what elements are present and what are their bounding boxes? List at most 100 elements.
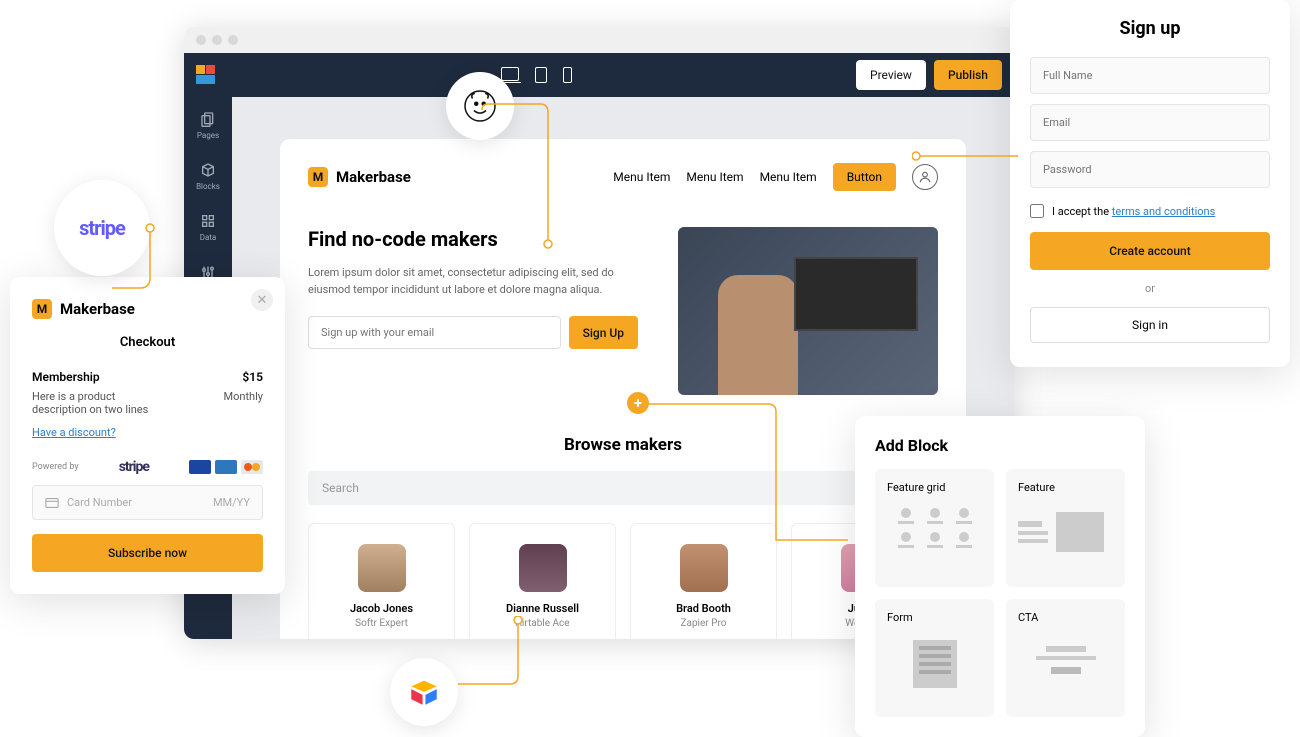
- signup-title: Sign up: [1030, 18, 1270, 39]
- powered-label: Powered by: [32, 462, 79, 472]
- nav-button[interactable]: Button: [833, 163, 896, 191]
- or-divider: or: [1030, 282, 1270, 295]
- terms-checkbox[interactable]: [1030, 204, 1044, 218]
- site-nav: Menu Item Menu Item Menu Item Button: [613, 163, 938, 191]
- data-icon: [200, 213, 216, 229]
- amex-icon: [215, 460, 237, 474]
- terms-text: I accept the: [1052, 205, 1112, 218]
- discount-link[interactable]: Have a discount?: [32, 426, 263, 439]
- stripe-integration-icon: stripe: [54, 180, 150, 276]
- sidebar-item-data[interactable]: Data: [200, 213, 217, 242]
- checkout-item-row: Membership$15: [32, 370, 263, 384]
- signin-button[interactable]: Sign in: [1030, 307, 1270, 343]
- fullname-input[interactable]: [1030, 57, 1270, 94]
- block-tile-label: Feature grid: [887, 481, 982, 494]
- editor-topbar: Preview Publish: [184, 53, 1014, 97]
- device-preview-switch[interactable]: [501, 67, 572, 83]
- sidebar-label: Pages: [197, 131, 219, 140]
- site-header: M Makerbase Menu Item Menu Item Menu Ite…: [308, 163, 938, 191]
- nav-item[interactable]: Menu Item: [760, 170, 817, 184]
- subscribe-button[interactable]: Subscribe now: [32, 534, 263, 572]
- maker-avatar: [358, 544, 406, 592]
- checkout-title: Checkout: [32, 335, 263, 350]
- nav-item[interactable]: Menu Item: [613, 170, 670, 184]
- hero-signup-button[interactable]: Sign Up: [569, 316, 638, 349]
- sidebar-item-pages[interactable]: Pages: [197, 111, 219, 140]
- app-logo-icon: [196, 65, 216, 85]
- checkout-price: $15: [242, 370, 263, 384]
- brand-badge-icon: M: [308, 167, 328, 187]
- password-input[interactable]: [1030, 151, 1270, 188]
- phone-icon[interactable]: [563, 67, 572, 83]
- hero-section: Find no-code makers Lorem ipsum dolor si…: [308, 227, 938, 395]
- close-icon[interactable]: ✕: [251, 289, 273, 311]
- visa-icon: [189, 460, 211, 474]
- editor-actions: Preview Publish: [856, 60, 1002, 90]
- block-tile-label: CTA: [1018, 611, 1113, 624]
- sidebar-label: Data: [200, 233, 217, 242]
- sidebar-label: Blocks: [196, 182, 220, 191]
- brand-name: Makerbase: [60, 300, 135, 318]
- checkout-brand: M Makerbase: [32, 299, 263, 319]
- maker-name: Dianne Russell: [480, 602, 605, 615]
- card-number-placeholder: Card Number: [67, 496, 132, 509]
- user-avatar-icon[interactable]: [912, 164, 938, 190]
- add-block-panel: Add Block Feature grid Feature Form CTA: [855, 416, 1145, 737]
- create-account-button[interactable]: Create account: [1030, 232, 1270, 270]
- blocks-icon: [200, 162, 216, 178]
- powered-row: Powered by stripe: [32, 459, 263, 475]
- brand-badge-icon: M: [32, 299, 52, 319]
- add-block-title: Add Block: [875, 436, 1125, 455]
- checkout-period: Monthly: [224, 390, 264, 416]
- block-tile-feature-grid[interactable]: Feature grid: [875, 469, 994, 587]
- maker-role: Airtable Ace: [480, 618, 605, 629]
- maker-name: Brad Booth: [641, 602, 766, 615]
- block-tile-label: Feature: [1018, 481, 1113, 494]
- maker-name: Jacob Jones: [319, 602, 444, 615]
- browse-title: Browse makers: [308, 435, 938, 455]
- block-tile-cta[interactable]: CTA: [1006, 599, 1125, 717]
- hero-email-input[interactable]: [308, 316, 561, 349]
- makers-grid: Jacob Jones Softr Expert Dianne Russell Ai…: [308, 523, 938, 639]
- maker-card[interactable]: Brad Booth Zapier Pro: [630, 523, 777, 639]
- browse-search-input[interactable]: Search: [308, 471, 938, 505]
- card-icon: [45, 498, 59, 508]
- email-input[interactable]: [1030, 104, 1270, 141]
- maker-card[interactable]: Jacob Jones Softr Expert: [308, 523, 455, 639]
- add-block-icon[interactable]: +: [627, 392, 649, 414]
- maker-role: Softr Expert: [319, 618, 444, 629]
- mastercard-icon: [241, 460, 263, 474]
- card-exp-placeholder: MM/YY: [213, 496, 250, 509]
- airtable-integration-icon: [390, 658, 458, 726]
- hero-content: Find no-code makers Lorem ipsum dolor si…: [308, 227, 638, 395]
- checkout-modal: ✕ M Makerbase Checkout Membership$15 Her…: [10, 277, 285, 594]
- maker-role: Zapier Pro: [641, 618, 766, 629]
- preview-button[interactable]: Preview: [856, 60, 926, 90]
- signup-modal: Sign up I accept the terms and condition…: [1010, 0, 1290, 367]
- block-tile-form[interactable]: Form: [875, 599, 994, 717]
- mailchimp-icon: [462, 88, 498, 124]
- pages-icon: [200, 111, 216, 127]
- sidebar-item-blocks[interactable]: Blocks: [196, 162, 220, 191]
- hero-image: [678, 227, 938, 395]
- block-tile-label: Form: [887, 611, 982, 624]
- window-traffic-lights: [184, 27, 1014, 53]
- publish-button[interactable]: Publish: [934, 60, 1002, 90]
- brand-name: Makerbase: [336, 168, 411, 186]
- hero-form: Sign Up: [308, 316, 638, 349]
- maker-card[interactable]: Dianne Russell Airtable Ace: [469, 523, 616, 639]
- mailchimp-integration-icon: [446, 72, 514, 140]
- hero-title: Find no-code makers: [308, 227, 638, 251]
- card-brands: [189, 460, 263, 474]
- maker-avatar: [519, 544, 567, 592]
- terms-row: I accept the terms and conditions: [1030, 204, 1270, 218]
- card-number-input[interactable]: Card Number MM/YY: [32, 485, 263, 520]
- tablet-icon[interactable]: [535, 67, 547, 83]
- maker-avatar: [680, 544, 728, 592]
- airtable-icon: [407, 675, 441, 709]
- site-brand: M Makerbase: [308, 167, 411, 187]
- desktop-icon[interactable]: [501, 67, 519, 81]
- nav-item[interactable]: Menu Item: [686, 170, 743, 184]
- terms-link[interactable]: terms and conditions: [1112, 205, 1216, 218]
- block-tile-feature[interactable]: Feature: [1006, 469, 1125, 587]
